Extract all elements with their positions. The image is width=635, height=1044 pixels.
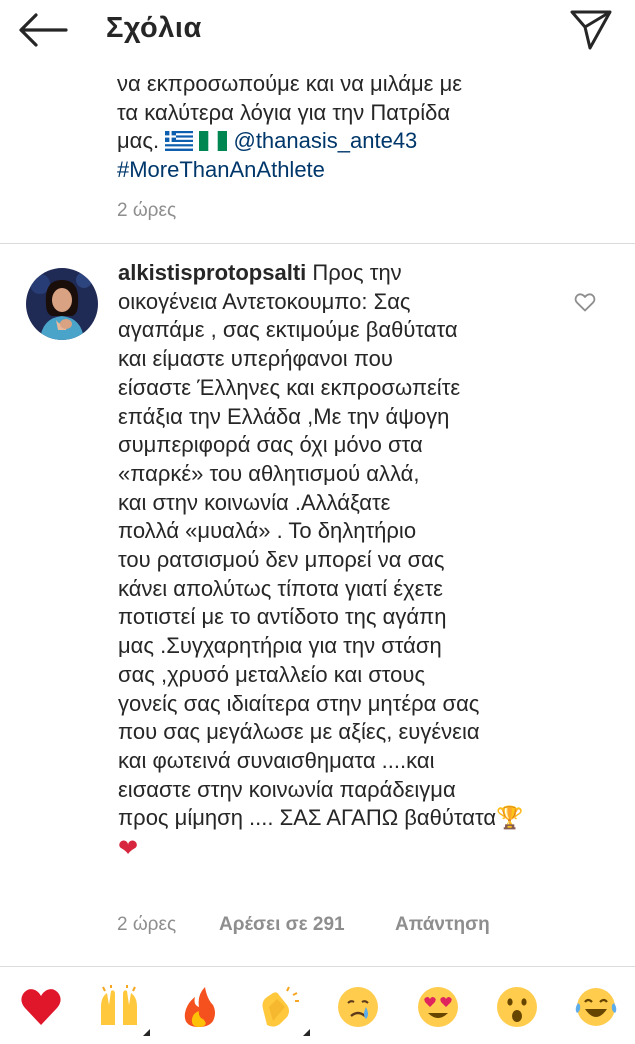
hashtag-link[interactable]: #MoreThanAnAthlete (117, 156, 617, 185)
paper-plane-icon (570, 10, 612, 50)
emoji-clapping-button[interactable] (252, 980, 310, 1036)
emoji-heart-eyes-button[interactable] (411, 980, 465, 1034)
like-button[interactable] (573, 290, 597, 314)
arrow-left-icon (19, 13, 68, 47)
emoji-crying-button[interactable] (331, 980, 385, 1034)
comment-line: του ρατσισμού δεν μπορεί να σας (118, 547, 445, 573)
comment-line: «παρκέ» του αθλητισμού αλλά, (118, 460, 420, 486)
comment-line: αγαπάμε , σας εκτιμούμε βαθύτατα (118, 317, 458, 343)
mention-link[interactable]: @thanasis_ante43 (233, 128, 417, 153)
comment-line-with-mention: μας. @thanasis_ante43 (117, 127, 617, 156)
comment-time: 2 ώρες (117, 914, 177, 935)
avatar[interactable] (26, 268, 98, 340)
greece-flag-icon (165, 131, 194, 151)
profile-photo (26, 268, 98, 340)
comment-line: σας ,χρυσό μεταλλείο και στους (118, 661, 426, 687)
comment-line: Προς την (312, 260, 402, 285)
comment-line: κάνει απολύτως τίποτα γιατί έχετε (118, 575, 443, 601)
divider (0, 966, 635, 967)
comment-line: συμπεριφορά σας όχι μόνο στα (118, 432, 423, 458)
comment-line: μας .Συγχαρητήρια για την στάση (118, 633, 442, 659)
comment-line: επάξια την Ελλάδα ,Με την άψογη (118, 403, 450, 429)
heart-icon: ❤ (118, 834, 139, 863)
raised-hands-icon (101, 985, 137, 1025)
nigeria-flag-icon (199, 131, 228, 151)
comment-line: να εκπροσωπούμε και να μιλάμε με (117, 71, 463, 96)
previous-comment-time: 2 ώρες (117, 200, 177, 221)
comment-first-line: alkistisprotopsalti Προς την (118, 259, 588, 288)
comment-line: οικογένεια Αντετοκουμπο: Σας (118, 288, 411, 314)
header-bar: Σχόλια (0, 0, 635, 62)
comment-line: μας. (117, 128, 160, 153)
heart-eyes-face-icon (418, 987, 458, 1027)
likes-count-button[interactable]: Αρέσει σε 291 (219, 914, 345, 936)
previous-comment-text: να εκπροσωπούμε και να μιλάμε με τα καλύ… (117, 70, 617, 184)
crying-face-icon (338, 987, 378, 1027)
comment-text: alkistisprotopsalti Προς την οικογένεια … (118, 259, 588, 863)
share-button[interactable] (566, 6, 616, 52)
comment-username[interactable]: alkistisprotopsalti (118, 260, 306, 285)
trophy-icon: 🏆 (496, 806, 524, 832)
comment-line: ποτιστεί με το αντίδοτο της αγάπη (118, 604, 447, 630)
comment-line: και στην κοινωνία .Αλλάξατε (118, 489, 391, 515)
red-heart-icon (21, 989, 61, 1025)
divider (0, 243, 635, 244)
comment-line: εισαστε στην κοινωνία παράδειγμα (118, 776, 456, 802)
comment-line: και είμαστε υπερήφανοι που (118, 346, 393, 372)
heart-outline-icon (574, 293, 596, 312)
emoji-surprised-button[interactable] (490, 980, 544, 1034)
comment-line: πολλά «μυαλά» . Το δηλητήριο (118, 518, 417, 544)
variant-indicator (143, 1029, 150, 1036)
emoji-fire-button[interactable] (172, 980, 226, 1034)
emoji-heart-button[interactable] (14, 980, 68, 1034)
variant-indicator (303, 1029, 310, 1036)
tears-of-joy-face-icon (575, 988, 617, 1026)
comment-line: που σας μεγάλωσε με αξίες, ευγένεια (118, 719, 480, 745)
comment-line: τα καλύτερα λόγια για την Πατρίδα (117, 99, 451, 125)
surprised-face-icon (497, 987, 537, 1027)
emoji-reaction-bar (0, 980, 635, 1036)
comment-line-last: προς μίμηση .... ΣΑΣ ΑΓΑΠΩ βαθύτατα🏆 (118, 804, 588, 834)
clapping-hands-icon (262, 986, 299, 1027)
comment-line: είσαστε Έλληνες και εκπροσωπείτε (118, 374, 461, 400)
page-title: Σχόλια (106, 12, 202, 44)
back-button[interactable] (16, 10, 70, 50)
comment-line: και φωτεινά συναισθηματα ....και (118, 747, 435, 773)
comment-line: προς μίμηση .... ΣΑΣ ΑΓΑΠΩ βαθύτατα (118, 805, 497, 831)
fire-icon (184, 987, 215, 1027)
emoji-raised-hands-button[interactable] (92, 980, 150, 1036)
comment-line: γονείς σας ιδιαίτερα στην μητέρα σας (118, 690, 480, 716)
reply-button[interactable]: Απάντηση (395, 914, 490, 936)
emoji-tears-of-joy-button[interactable] (569, 980, 623, 1034)
